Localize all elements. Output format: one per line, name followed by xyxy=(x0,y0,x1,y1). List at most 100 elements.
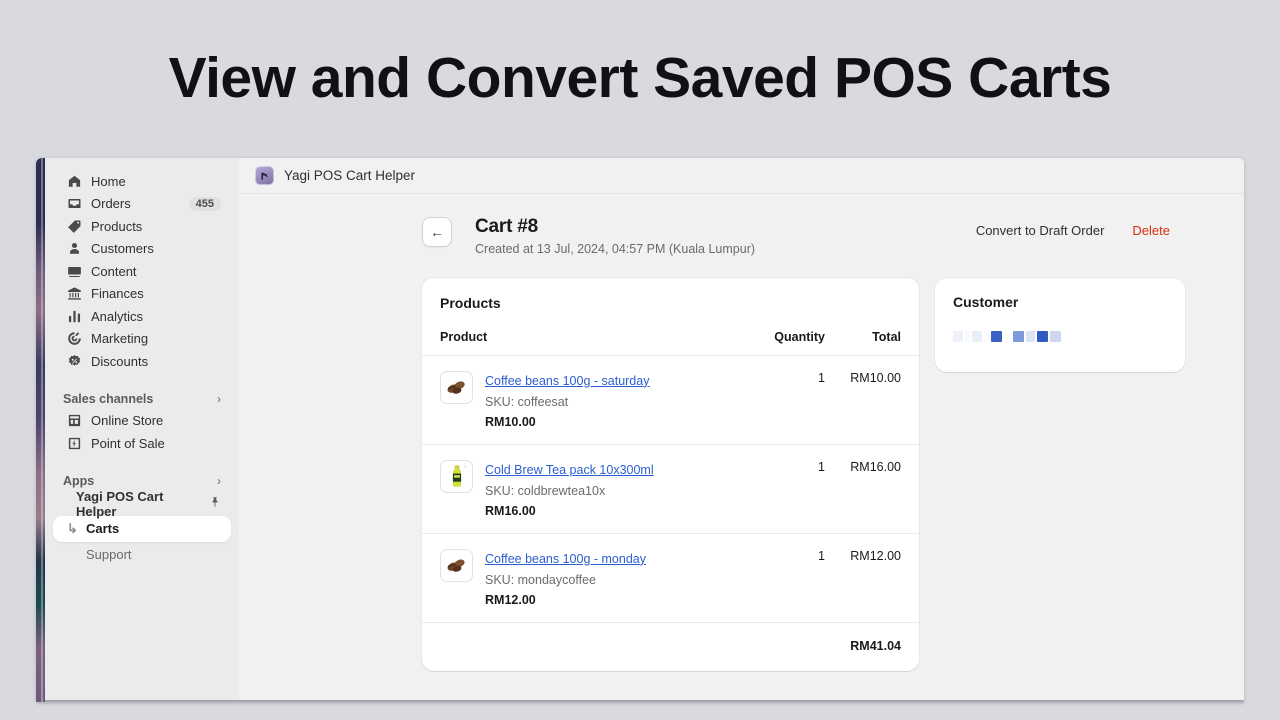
table-row: Coffee beans 100g - saturday SKU: coffee… xyxy=(422,355,919,445)
page-columns: Products Product Quantity Total Coffee b… xyxy=(422,277,1185,671)
back-button[interactable]: ← xyxy=(422,217,452,247)
cold-brew-bottle-image xyxy=(440,459,473,493)
column-header-product: Product xyxy=(422,310,727,356)
product-unit-price: RM16.00 xyxy=(485,503,536,518)
content-media-icon xyxy=(67,264,82,279)
sidebar-subitem-label: Support xyxy=(86,547,132,562)
sidebar-item-products[interactable]: Products xyxy=(53,215,231,238)
orders-inbox-icon xyxy=(67,196,82,211)
product-link[interactable]: Cold Brew Tea pack 10x300ml xyxy=(485,463,654,477)
products-card-title: Products xyxy=(440,294,501,311)
branch-arrow-icon: ↳ xyxy=(67,520,78,536)
cold-brew-bottle-thumb-icon xyxy=(452,465,467,487)
product-link[interactable]: Coffee beans 100g - saturday xyxy=(485,374,649,388)
sales-channels-section-header[interactable]: Sales channels › xyxy=(45,392,239,406)
sidebar-app-yagi-pos-cart-helper[interactable]: Yagi POS Cart Helper xyxy=(53,488,231,525)
sidebar-item-label: Finances xyxy=(91,286,144,302)
window-bottom-edge xyxy=(36,700,1244,704)
app-logo-icon xyxy=(255,166,274,185)
table-row: Cold Brew Tea pack 10x300ml SKU: coldbre… xyxy=(422,444,919,534)
sales-channels-heading: Sales channels xyxy=(63,391,154,406)
product-total: RM16.00 xyxy=(825,444,919,534)
sidebar-item-label: Products xyxy=(91,218,143,234)
product-quantity: 1 xyxy=(727,444,825,534)
page-subtitle: Created at 13 Jul, 2024, 04:57 PM (Kuala… xyxy=(475,241,756,256)
product-sku: SKU: coffeesat xyxy=(485,394,569,409)
sidebar-subitem-label: Carts xyxy=(86,521,120,536)
pin-icon[interactable] xyxy=(209,496,221,511)
customer-card-title: Customer xyxy=(953,293,1019,310)
product-quantity: 1 xyxy=(727,533,825,623)
page-headline: View and Convert Saved POS Carts xyxy=(168,45,1112,110)
sidebar-item-label: Discounts xyxy=(91,353,149,369)
target-icon xyxy=(67,331,82,346)
product-sku: SKU: coldbrewtea10x xyxy=(485,483,606,498)
discount-badge-icon xyxy=(67,354,82,369)
table-row: Coffee beans 100g - monday SKU: mondayco… xyxy=(422,533,919,623)
product-cell: Cold Brew Tea pack 10x300ml SKU: coldbre… xyxy=(422,444,727,534)
coffee-beans-thumb-icon xyxy=(446,559,465,573)
products-table-body: Coffee beans 100g - saturday SKU: coffee… xyxy=(422,355,919,623)
sidebar-item-analytics[interactable]: Analytics xyxy=(53,305,231,328)
sidebar-item-label: Marketing xyxy=(91,331,149,347)
sidebar-app-label: Yagi POS Cart Helper xyxy=(76,488,164,519)
product-total: RM10.00 xyxy=(825,355,919,445)
page-title: Cart #8 xyxy=(475,216,539,237)
pos-terminal-icon xyxy=(67,436,82,451)
page-header: ← Cart #8 Created at 13 Jul, 2024, 04:57… xyxy=(422,216,1170,256)
products-card: Products Product Quantity Total Coffee b… xyxy=(422,277,919,671)
page-title-block: Cart #8 Created at 13 Jul, 2024, 04:57 P… xyxy=(475,216,755,256)
page-actions: Convert to Draft Order Delete xyxy=(976,216,1170,238)
convert-to-draft-order-button[interactable]: Convert to Draft Order xyxy=(976,223,1105,238)
sidebar-item-label: Content xyxy=(91,263,137,279)
sidebar-item-label: Orders xyxy=(91,196,131,212)
sidebar-item-finances[interactable]: Finances xyxy=(53,283,231,306)
window-edge-strip xyxy=(36,158,45,702)
sidebar-item-label: Customers xyxy=(91,241,154,257)
sidebar-item-orders[interactable]: Orders 455 xyxy=(53,193,231,216)
content-area: Yagi POS Cart Helper ← Cart #8 Created a… xyxy=(239,158,1244,702)
product-total: RM12.00 xyxy=(825,533,919,623)
apps-section-header[interactable]: Apps › xyxy=(45,474,239,488)
browser-window: Home Orders 455 Products Customers Conte… xyxy=(36,158,1244,702)
grand-total-row: RM41.04 xyxy=(422,623,919,671)
sidebar-item-support[interactable]: Support xyxy=(53,542,231,568)
sidebar-item-marketing[interactable]: Marketing xyxy=(53,328,231,351)
orders-count-badge: 455 xyxy=(188,196,221,211)
sidebar-item-home[interactable]: Home xyxy=(53,170,231,193)
sidebar-item-online-store[interactable]: Online Store xyxy=(53,410,231,433)
product-cell: Coffee beans 100g - monday SKU: mondayco… xyxy=(422,533,727,623)
sidebar-item-customers[interactable]: Customers xyxy=(53,238,231,261)
sidebar-item-discounts[interactable]: Discounts xyxy=(53,350,231,373)
apps-heading: Apps xyxy=(63,473,95,488)
bar-chart-icon xyxy=(67,309,82,324)
app-titlebar-label: Yagi POS Cart Helper xyxy=(284,168,416,183)
person-icon xyxy=(67,241,82,256)
chevron-right-icon: › xyxy=(217,391,221,406)
sidebar-item-label: Analytics xyxy=(91,308,144,324)
storefront-icon xyxy=(67,413,82,428)
chevron-right-icon: › xyxy=(217,473,221,488)
bank-icon xyxy=(67,286,82,301)
coffee-beans-image xyxy=(440,548,473,582)
products-table: Product Quantity Total Coffee beans 100g… xyxy=(422,310,919,623)
home-icon xyxy=(67,174,82,189)
table-header-row: Product Quantity Total xyxy=(422,310,919,356)
sidebar-item-point-of-sale[interactable]: Point of Sale xyxy=(53,432,231,455)
product-unit-price: RM12.00 xyxy=(485,592,536,607)
products-table-head: Product Quantity Total xyxy=(422,310,919,356)
grand-total-value: RM41.04 xyxy=(850,638,901,653)
banner: View and Convert Saved POS Carts xyxy=(0,0,1280,155)
back-arrow-icon: ← xyxy=(430,224,444,240)
product-link[interactable]: Coffee beans 100g - monday xyxy=(485,552,646,566)
product-unit-price: RM10.00 xyxy=(485,414,536,429)
coffee-beans-thumb-icon xyxy=(446,381,465,395)
sidebar-item-carts[interactable]: ↳ Carts xyxy=(53,515,231,542)
sidebar-item-content[interactable]: Content xyxy=(53,260,231,283)
sidebar-item-label: Point of Sale xyxy=(91,435,165,451)
delete-button[interactable]: Delete xyxy=(1132,223,1170,238)
product-cell: Coffee beans 100g - saturday SKU: coffee… xyxy=(422,355,727,445)
sidebar: Home Orders 455 Products Customers Conte… xyxy=(45,158,239,702)
sidebar-item-label: Home xyxy=(91,173,126,189)
app-titlebar: Yagi POS Cart Helper xyxy=(239,158,1244,194)
